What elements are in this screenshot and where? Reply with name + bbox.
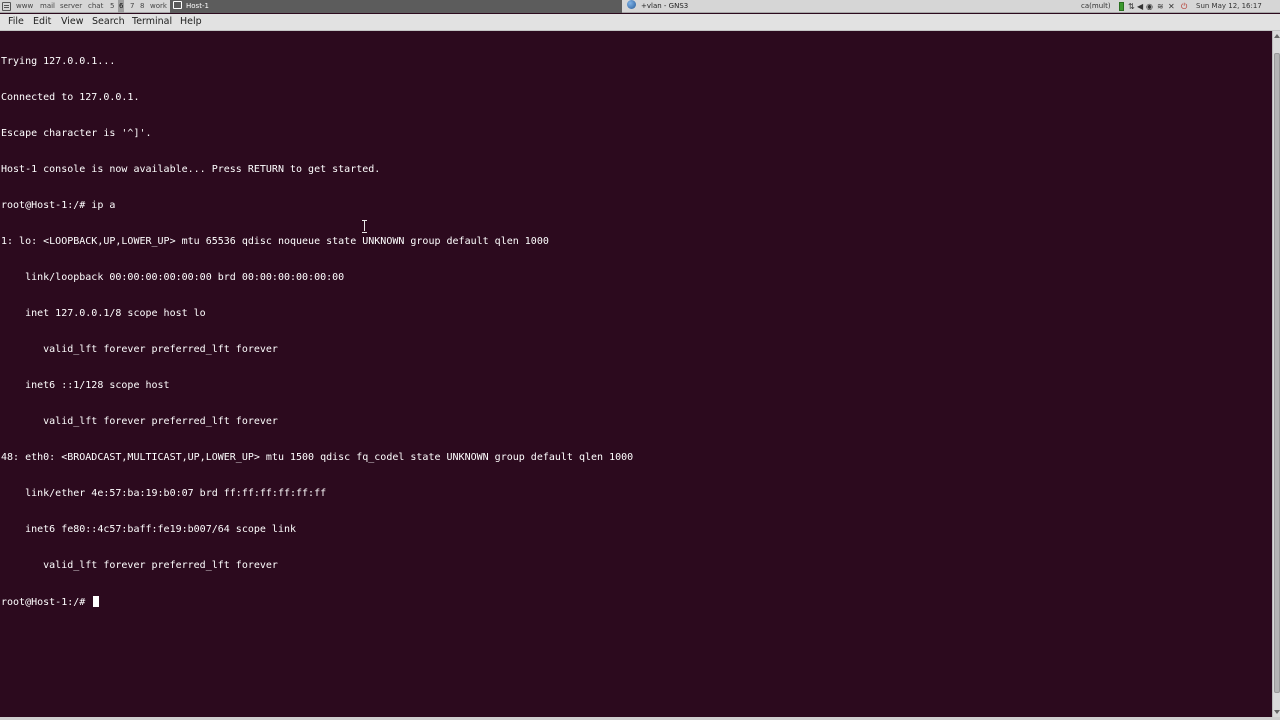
terminal-line: link/ether 4e:57:ba:19:b0:07 brd ff:ff:f… xyxy=(1,488,327,499)
task-gns3[interactable]: +vlan - GNS3 xyxy=(624,0,1064,13)
scroll-thumb[interactable] xyxy=(1274,53,1280,693)
menu-search[interactable]: Search xyxy=(91,14,126,30)
workspace-mail[interactable]: mail xyxy=(40,0,55,13)
terminal-line: valid_lft forever preferred_lft forever xyxy=(1,560,278,571)
task-host-1-label: Host-1 xyxy=(186,2,209,10)
text-cursor xyxy=(93,596,100,607)
terminal-prompt-line[interactable]: root@Host-1:/# xyxy=(1,596,633,608)
terminal-line: Connected to 127.0.0.1. xyxy=(1,92,140,103)
volume-icon[interactable]: ◀ xyxy=(1137,0,1143,13)
menu-help[interactable]: Help xyxy=(179,14,203,30)
menu-view[interactable]: View xyxy=(60,14,85,30)
top-panel: www mail server chat 5 6 7 8 work Host-1… xyxy=(0,0,1280,13)
app-menu-icon[interactable] xyxy=(2,2,11,11)
menu-terminal[interactable]: Terminal xyxy=(131,14,173,30)
terminal-line: link/loopback 00:00:00:00:00:00 brd 00:0… xyxy=(1,272,345,283)
keyboard-layout-indicator[interactable]: ca(mult) xyxy=(1081,0,1111,13)
terminal-line: Escape character is '^]'. xyxy=(1,128,152,139)
clock[interactable]: Sun May 12, 16:17 xyxy=(1196,0,1262,13)
workspace-5[interactable]: 5 xyxy=(110,0,114,13)
terminal-line: inet 127.0.0.1/8 scope host lo xyxy=(1,308,206,319)
workspace-server[interactable]: server xyxy=(60,0,82,13)
mouse-ibeam-cursor-icon xyxy=(361,220,367,233)
menu-edit[interactable]: Edit xyxy=(32,14,52,30)
menu-file[interactable]: File xyxy=(7,14,25,30)
gns3-icon xyxy=(627,0,636,9)
scroll-up-arrow-icon[interactable] xyxy=(1274,33,1280,39)
task-host-1[interactable]: Host-1 xyxy=(170,0,622,13)
network-wired-icon[interactable]: ⇅ xyxy=(1128,0,1135,13)
terminal-area[interactable]: Trying 127.0.0.1... Connected to 127.0.0… xyxy=(0,31,1272,717)
wifi-icon[interactable]: ≋ xyxy=(1157,0,1164,13)
terminal-line: Host-1 console is now available... Press… xyxy=(1,164,381,175)
terminal-window-icon xyxy=(173,1,182,9)
battery-icon[interactable] xyxy=(1119,2,1124,11)
terminal-line: valid_lft forever preferred_lft forever xyxy=(1,416,278,427)
terminal-scrollbar[interactable] xyxy=(1272,31,1280,717)
location-icon[interactable]: ◉ xyxy=(1146,0,1153,13)
task-gns3-label: +vlan - GNS3 xyxy=(641,2,689,10)
power-icon[interactable]: ⏻ xyxy=(1181,0,1187,13)
workspace-chat[interactable]: chat xyxy=(88,0,103,13)
workspace-www[interactable]: www xyxy=(16,0,33,13)
workspace-6[interactable]: 6 xyxy=(118,0,125,13)
workspace-7[interactable]: 7 xyxy=(130,0,134,13)
terminal-line: inet6 ::1/128 scope host xyxy=(1,380,170,391)
workspace-8[interactable]: 8 xyxy=(140,0,144,13)
terminal-line: inet6 fe80::4c57:baff:fe19:b007/64 scope… xyxy=(1,524,297,535)
scroll-down-arrow-icon[interactable] xyxy=(1274,709,1280,715)
terminal-output: Trying 127.0.0.1... Connected to 127.0.0… xyxy=(1,32,633,632)
terminal-line: Trying 127.0.0.1... xyxy=(1,56,116,67)
terminal-menubar: File Edit View Search Terminal Help xyxy=(0,14,1280,31)
terminal-line: valid_lft forever preferred_lft forever xyxy=(1,344,278,355)
terminal-line: 48: eth0: <BROADCAST,MULTICAST,UP,LOWER_… xyxy=(1,452,634,463)
terminal-line: 1: lo: <LOOPBACK,UP,LOWER_UP> mtu 65536 … xyxy=(1,236,549,247)
workspace-work[interactable]: work xyxy=(150,0,167,13)
terminal-line: root@Host-1:/# ip a xyxy=(1,200,116,211)
terminal-prompt: root@Host-1:/# xyxy=(1,597,92,608)
bluetooth-icon[interactable]: ✕ xyxy=(1168,0,1175,13)
